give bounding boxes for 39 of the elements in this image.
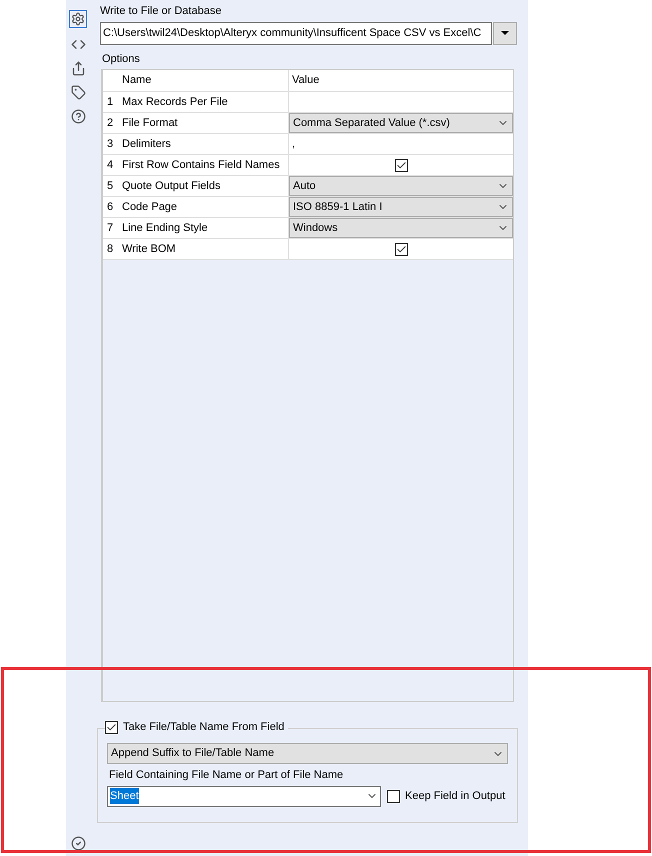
name-cell: Write BOM — [119, 239, 289, 259]
tag-icon[interactable] — [70, 85, 86, 100]
checkbox[interactable] — [394, 242, 408, 256]
options-label: Options — [102, 52, 141, 66]
value-dropdown[interactable]: ISO 8859-1 Latin I — [289, 197, 513, 217]
row-number: 4 — [106, 158, 114, 173]
checkbox-label: Keep Field in Output — [405, 788, 506, 804]
check-circle-icon[interactable] — [70, 836, 86, 851]
checkbox[interactable] — [394, 158, 408, 172]
field-label: Field Containing File Name or Part of File Name — [109, 768, 344, 783]
checkbox[interactable] — [387, 790, 400, 802]
help-icon[interactable] — [70, 109, 86, 124]
value-dropdown[interactable]: Windows — [289, 218, 513, 238]
checkbox[interactable] — [105, 720, 118, 734]
dropdown-button[interactable] — [493, 22, 517, 44]
settings-icon[interactable] — [69, 10, 87, 28]
row-number: 8 — [106, 242, 114, 257]
path-field[interactable]: C:\Users\twil24\Desktop\Alteryx community\Insufficent Space CSV vs Excel\C — [100, 22, 492, 44]
caret-icon — [501, 31, 509, 35]
section-title: Write to File or Database — [100, 4, 222, 19]
row-number: 3 — [106, 136, 114, 152]
row-number: 7 — [106, 220, 114, 236]
value-dropdown[interactable]: Comma Separated Value (*.csv) — [289, 113, 513, 133]
row-number: 6 — [106, 200, 114, 215]
row-number: 2 — [106, 116, 114, 131]
field-dropdown[interactable]: Sheet — [107, 786, 381, 806]
checkbox-label: Take File/Table Name From Field — [123, 720, 284, 735]
mode-dropdown[interactable]: Append Suffix to File/Table Name — [107, 743, 508, 764]
name-cell: First Row Contains Field Names — [119, 155, 289, 175]
column-header: Value — [291, 73, 320, 88]
share-icon[interactable] — [70, 61, 86, 76]
name-cell: Max Records Per File — [119, 92, 289, 112]
column-header: Name — [119, 70, 289, 91]
row-number: 5 — [106, 178, 114, 194]
code-icon[interactable] — [70, 37, 86, 52]
value-dropdown[interactable]: Auto — [289, 176, 513, 196]
value-cell-text: , — [291, 136, 296, 152]
row-number: 1 — [106, 94, 114, 110]
name-cell: Delimiters — [119, 134, 289, 154]
